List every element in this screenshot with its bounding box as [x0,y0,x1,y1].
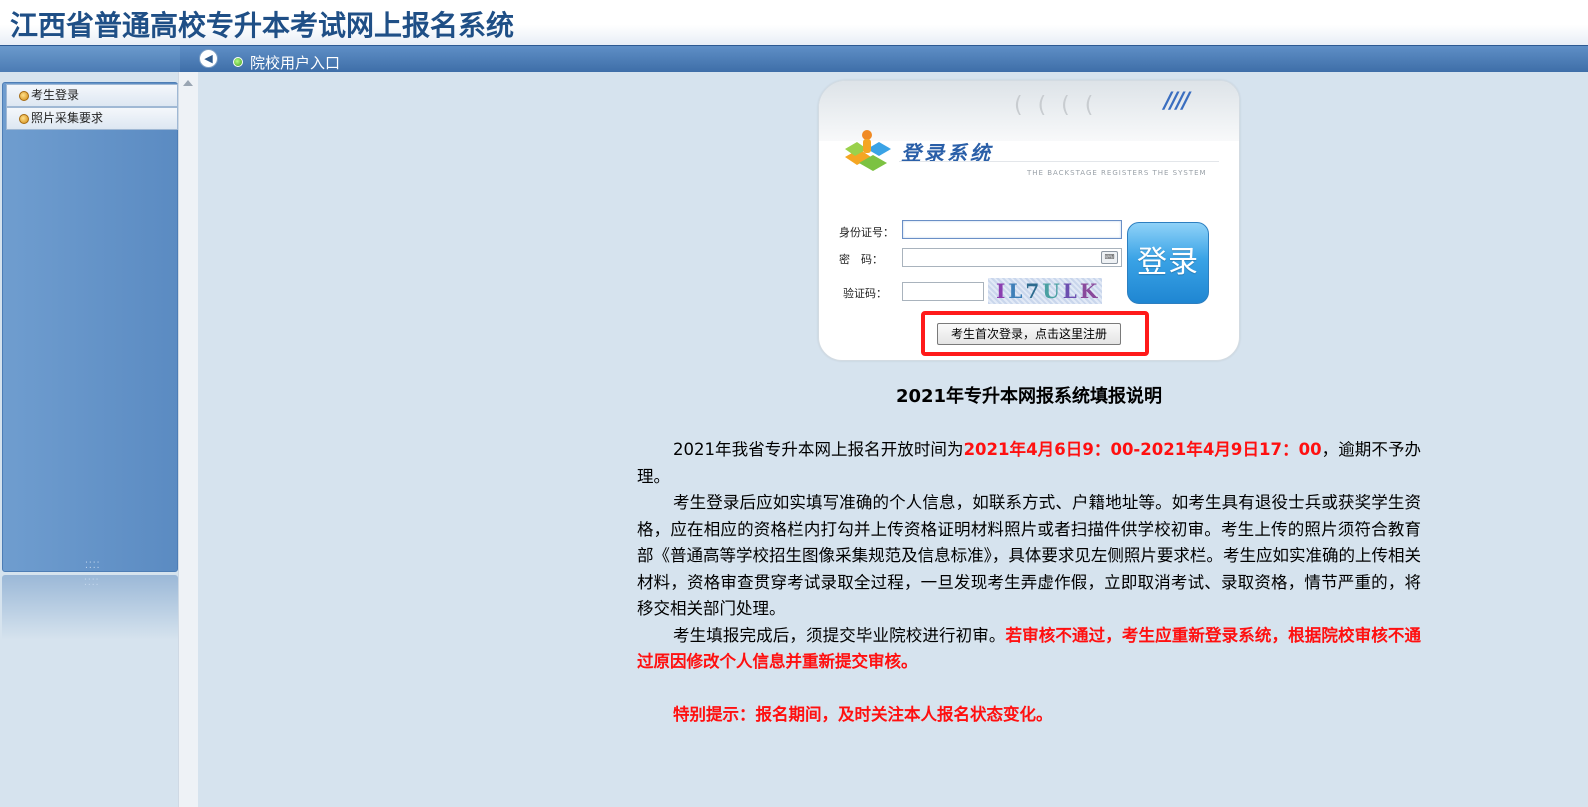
password-label: 密 码： [839,253,883,266]
register-button[interactable]: 考生首次登录，点击这里注册 [937,323,1121,345]
sidebar-item-label: 照片采集要求 [31,111,104,125]
keyboard-icon[interactable]: ⌨ [1101,251,1118,264]
instructions-title: 2021年专升本网报系统填报说明 [895,386,1163,407]
captcha-input[interactable] [902,282,984,301]
instructions-paragraph-3: 考生填报完成后，须提交毕业院校进行初审。若审核不通过，考生应重新登录系统，根据院… [637,625,1421,672]
header: 江西省普通高校专升本考试网上报名系统 [0,0,1588,45]
instructions-body: 2021年我省专升本网上报名开放时间为2021年4月6日9：00-2021年4月… [637,437,1421,728]
school-user-entry-link[interactable]: 院校用户入口 [250,52,340,73]
sidebar-panel: ⁚⁚⁚⁚ [2,82,178,572]
login-logo-icon [845,130,891,171]
navbar: ◀ 院校用户入口 [0,45,1588,73]
sidebar-scrollbar[interactable] [178,72,198,807]
instructions-paragraph-2: 考生登录后应如实填写准确的个人信息，如联系方式、户籍地址等。如考生具有退役士兵或… [637,493,1421,618]
divider [899,161,1219,162]
sidebar-item-label: 考生登录 [31,88,80,102]
password-input[interactable] [902,248,1122,267]
grip-handle: ⁚⁚⁚⁚ [85,561,101,571]
orange-dot-icon [19,91,29,101]
sidebar-item-student-login[interactable]: 考生登录 [6,84,178,107]
captcha-label: 验证码： [843,287,887,300]
special-tip: 特别提示：报名期间，及时关注本人报名状态变化。 [673,704,1053,724]
id-number-input[interactable] [902,220,1122,239]
orange-dot-icon [19,114,29,124]
instructions-paragraph-1: 2021年我省专升本网上报名开放时间为2021年4月6日9：00-2021年4月… [637,440,1422,486]
id-number-label: 身份证号： [839,226,894,239]
green-dot-icon [233,57,243,67]
site-title: 江西省普通高校专升本考试网上报名系统 [10,9,515,42]
login-panel: ( ( ( ( //// 登录系统 THE BACKSTAGE REGISTER… [818,80,1240,361]
decorative-curls: ( ( ( ( [1014,93,1098,118]
navbar-left-segment [0,46,180,73]
sidebar-lower-panel: ⁚⁚⁚⁚ [2,575,178,640]
captcha-image[interactable]: IL7ULK [988,278,1102,304]
left-arrow-icon[interactable]: ◀ [199,49,218,68]
scroll-up-icon[interactable] [183,80,193,86]
grip-handle: ⁚⁚⁚⁚ [84,578,100,588]
sidebar-item-photo-requirements[interactable]: 照片采集要求 [6,107,178,130]
sidebar: ⁚⁚⁚⁚ 考生登录 照片采集要求 ⁚⁚⁚⁚ [0,72,180,807]
registration-period: 2021年4月6日9：00-2021年4月9日17：00 [963,440,1322,459]
decorative-stripes: //// [1164,89,1190,114]
login-subtitle: THE BACKSTAGE REGISTERS THE SYSTEM [1027,169,1207,177]
login-button[interactable]: 登录 [1127,222,1209,304]
